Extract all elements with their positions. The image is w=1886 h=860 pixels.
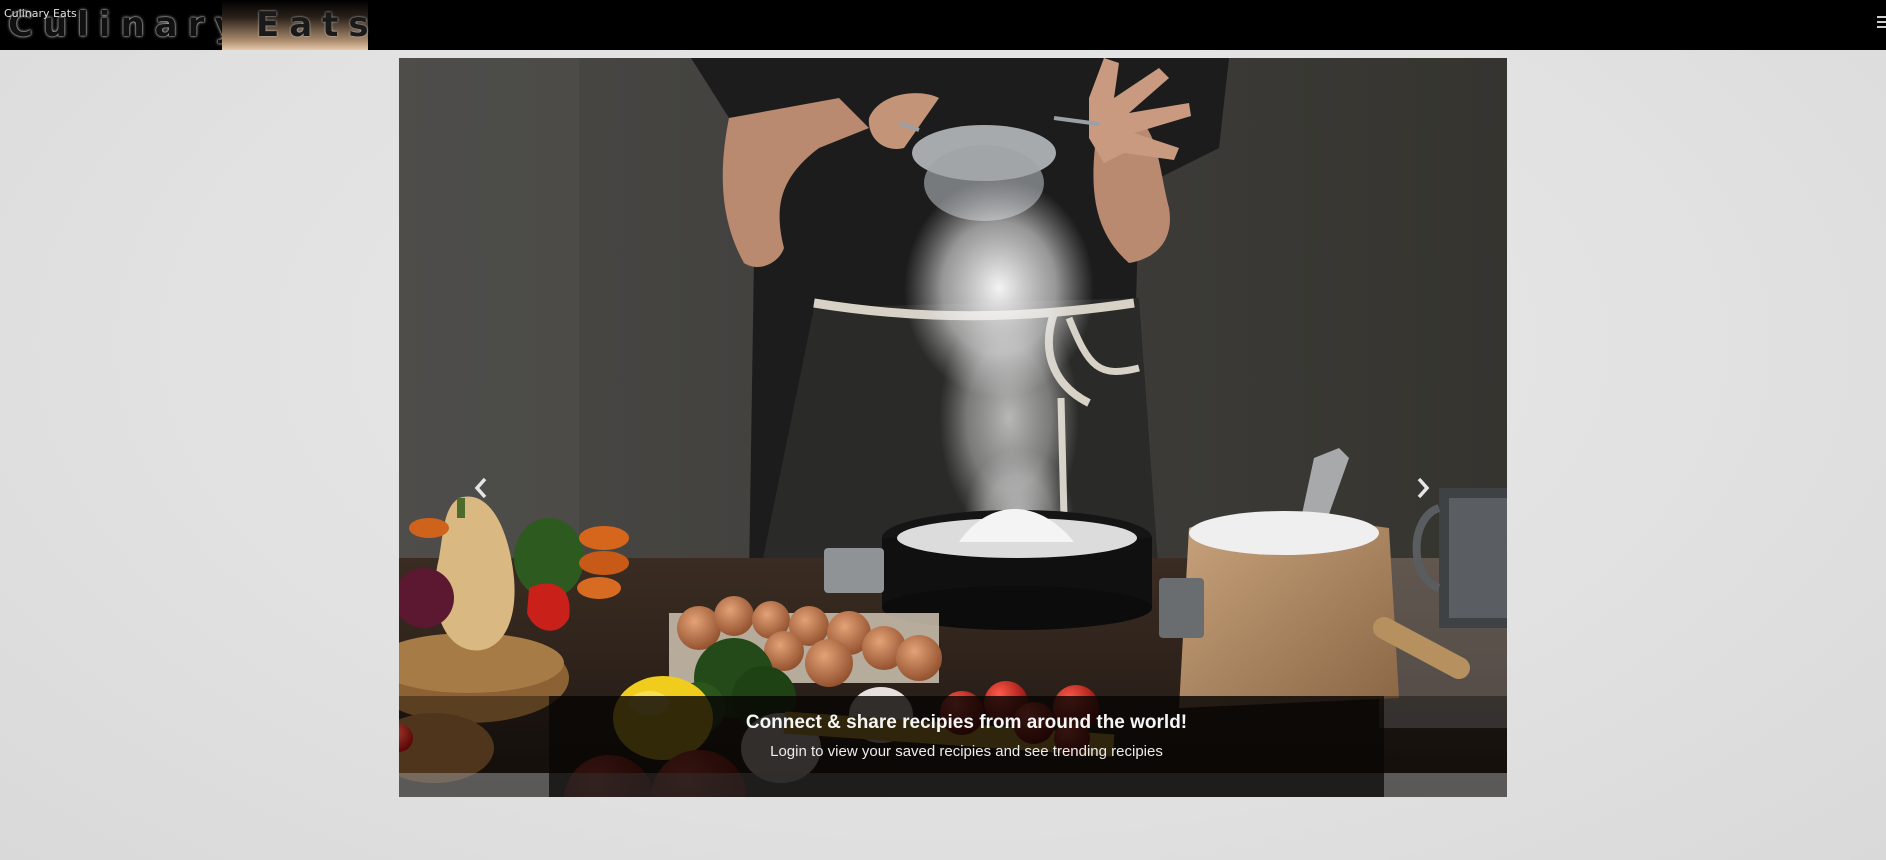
carousel-slide-image xyxy=(399,58,1507,797)
caption-title: Connect & share recipies from around the… xyxy=(745,712,1188,733)
carousel-next-button[interactable] xyxy=(1403,468,1443,508)
hero-carousel: Connect & share recipies from around the… xyxy=(399,58,1507,797)
caption-subtitle: Login to view your saved recipies and se… xyxy=(770,743,1163,760)
brand-logo-part-eats: Eats xyxy=(222,0,369,50)
top-header: Culinary Eats Culinary Eats xyxy=(0,0,1886,50)
carousel-prev-button[interactable] xyxy=(461,468,501,508)
carousel-caption: Connect & share recipies from around the… xyxy=(549,696,1384,797)
hamburger-menu-icon[interactable] xyxy=(1877,16,1886,32)
window-title: Culinary Eats xyxy=(4,7,77,20)
chevron-left-icon xyxy=(474,477,487,499)
chevron-right-icon xyxy=(1417,477,1430,499)
